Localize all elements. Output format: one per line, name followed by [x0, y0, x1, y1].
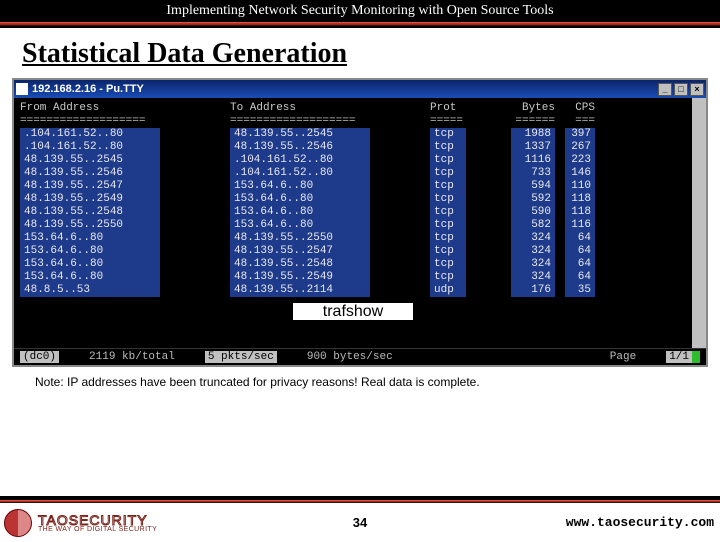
putty-window: 192.168.2.16 - Pu.TTY _ □ × From Address… — [12, 78, 708, 367]
tool-caption: trafshow — [293, 303, 413, 320]
table-row: 48.8.5..5348.139.55..2114udp17635 — [20, 284, 686, 297]
slide-footer: TAOSECURITY THE WAY OF DIGITAL SECURITY … — [0, 496, 720, 540]
status-bps: 900 bytes/sec — [307, 351, 393, 363]
table-row: 48.139.55..2547153.64.6..80tcp594110 — [20, 180, 686, 193]
status-rate: 2119 kb/total — [89, 351, 175, 363]
status-page-value: 1/1 — [666, 351, 692, 363]
window-titlebar[interactable]: 192.168.2.16 - Pu.TTY _ □ × — [14, 80, 706, 98]
table-row: 48.139.55..2546.104.161.52..80tcp733146 — [20, 167, 686, 180]
status-iface: (dc0) — [20, 351, 59, 363]
putty-icon — [16, 83, 28, 95]
scrollbar[interactable] — [692, 98, 706, 348]
minimize-icon[interactable]: _ — [658, 83, 672, 96]
logo: TAOSECURITY THE WAY OF DIGITAL SECURITY — [0, 509, 157, 537]
window-title: 192.168.2.16 - Pu.TTY — [32, 83, 144, 95]
footer-url: www.taosecurity.com — [566, 515, 720, 530]
table-row: 48.139.55..2548153.64.6..80tcp590118 — [20, 206, 686, 219]
table-divider: =================== =================== … — [20, 115, 686, 128]
close-icon[interactable]: × — [690, 83, 704, 96]
table-row: 153.64.6..8048.139.55..2549tcp32464 — [20, 271, 686, 284]
status-bar: (dc0) 2119 kb/total 5 pkts/sec 900 bytes… — [14, 348, 706, 365]
maximize-icon[interactable]: □ — [674, 83, 688, 96]
table-row: 48.139.55..2549153.64.6..80tcp592118 — [20, 193, 686, 206]
terminal[interactable]: From Address To Address Prot Bytes CPS =… — [14, 98, 692, 348]
slide-note: Note: IP addresses have been truncated f… — [0, 367, 720, 393]
table-row: 153.64.6..8048.139.55..2550tcp32464 — [20, 232, 686, 245]
yinyang-icon — [4, 509, 32, 537]
logo-tagline: THE WAY OF DIGITAL SECURITY — [38, 526, 157, 533]
table-row: .104.161.52..8048.139.55..2546tcp1337267 — [20, 141, 686, 154]
table-body: .104.161.52..8048.139.55..2545tcp1988397… — [20, 128, 686, 297]
page-number: 34 — [353, 515, 367, 530]
table-row: 48.139.55..2545.104.161.52..80tcp1116223 — [20, 154, 686, 167]
status-indicator-icon — [692, 351, 700, 363]
table-row: 153.64.6..8048.139.55..2548tcp32464 — [20, 258, 686, 271]
table-header: From Address To Address Prot Bytes CPS — [20, 102, 686, 115]
status-page-label: Page — [610, 351, 636, 363]
slide-title: Statistical Data Generation — [0, 28, 720, 76]
table-row: 153.64.6..8048.139.55..2547tcp32464 — [20, 245, 686, 258]
status-pkts: 5 pkts/sec — [205, 351, 277, 363]
table-row: 48.139.55..2550153.64.6..80tcp582116 — [20, 219, 686, 232]
table-row: .104.161.52..8048.139.55..2545tcp1988397 — [20, 128, 686, 141]
presentation-header: Implementing Network Security Monitoring… — [0, 0, 720, 22]
